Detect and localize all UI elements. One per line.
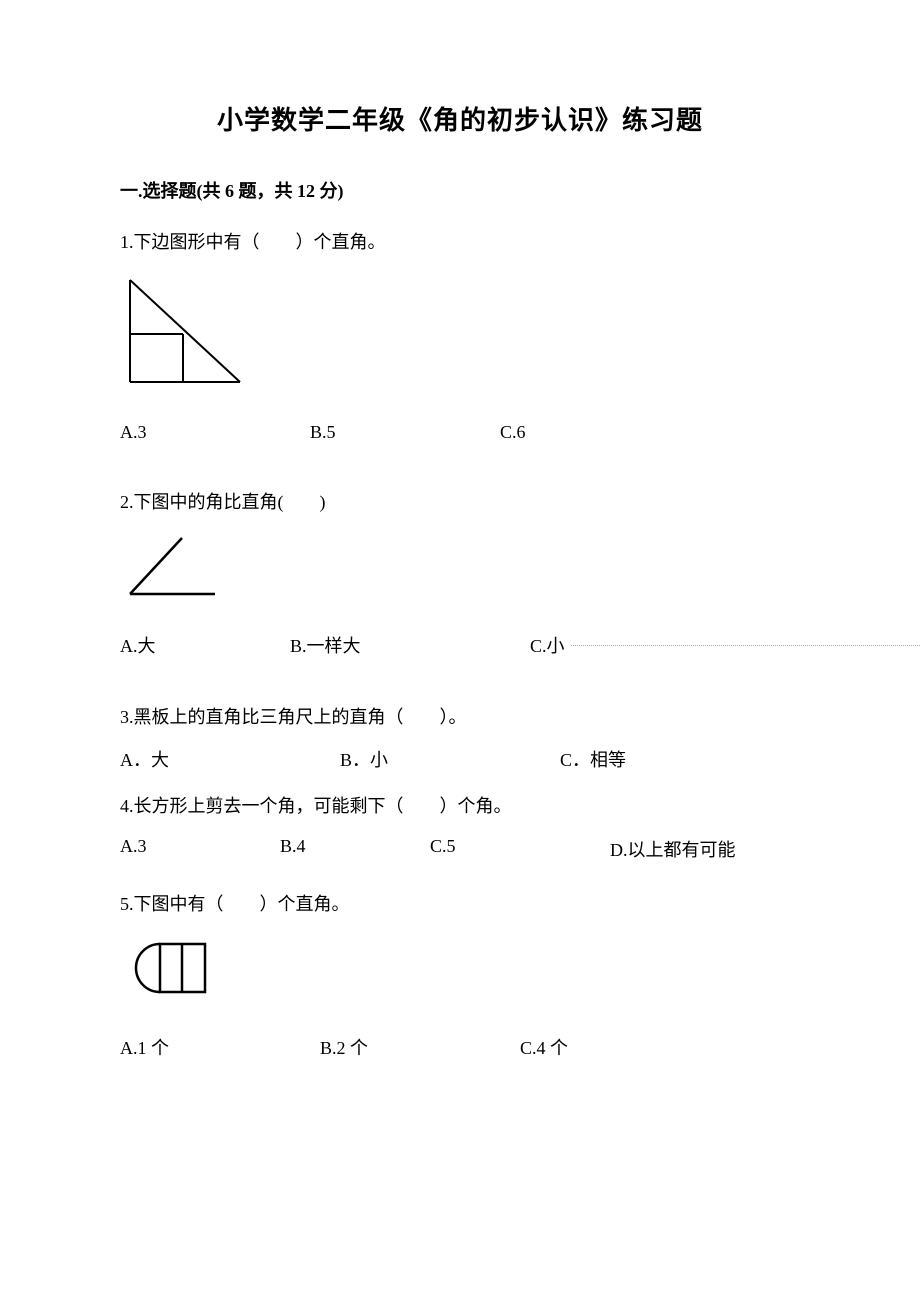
q5-opt-b: B.2 个	[320, 1034, 520, 1060]
q1-opt-a: A.3	[120, 422, 310, 443]
q2-figure	[120, 532, 800, 607]
q2-text: 2.下图中的角比直角( )	[120, 488, 800, 517]
q2-opt-c: C.小	[530, 632, 571, 658]
page-title: 小学数学二年级《角的初步认识》练习题	[120, 100, 800, 137]
q1-text: 1.下边图形中有（ ）个直角。	[120, 228, 800, 257]
q4-text: 4.长方形上剪去一个角，可能剩下（ ）个角。	[120, 792, 800, 821]
q1-opt-c: C.6	[500, 422, 526, 443]
q1-figure	[120, 272, 800, 397]
q3-opt-c: C．相等	[560, 746, 626, 772]
q5-opt-c: C.4 个	[520, 1034, 568, 1060]
q2-opt-b: B.一样大	[290, 632, 530, 658]
q1-options: A.3 B.5 C.6	[120, 422, 800, 443]
q4-opt-c: C.5	[430, 836, 610, 862]
q2-opt-a: A.大	[120, 632, 290, 658]
q3-opt-a: A．大	[120, 746, 340, 772]
q3-opt-b: B．小	[340, 746, 560, 772]
section-1-header: 一.选择题(共 6 题，共 12 分)	[120, 177, 800, 203]
q1-opt-b: B.5	[310, 422, 500, 443]
q4-options: A.3 B.4 C.5 D.以上都有可能	[120, 836, 800, 862]
q5-text: 5.下图中有（ ）个直角。	[120, 890, 800, 919]
q4-opt-b: B.4	[280, 836, 430, 862]
q2-options: A.大 B.一样大 C.小	[120, 632, 800, 658]
q5-figure	[120, 934, 800, 1009]
q4-opt-d: D.以上都有可能	[610, 836, 736, 862]
q5-options: A.1 个 B.2 个 C.4 个	[120, 1034, 800, 1060]
q5-opt-a: A.1 个	[120, 1034, 320, 1060]
q3-options: A．大 B．小 C．相等	[120, 746, 800, 772]
q3-text: 3.黑板上的直角比三角尺上的直角（ ）。	[120, 703, 800, 732]
q4-opt-a: A.3	[120, 836, 280, 862]
